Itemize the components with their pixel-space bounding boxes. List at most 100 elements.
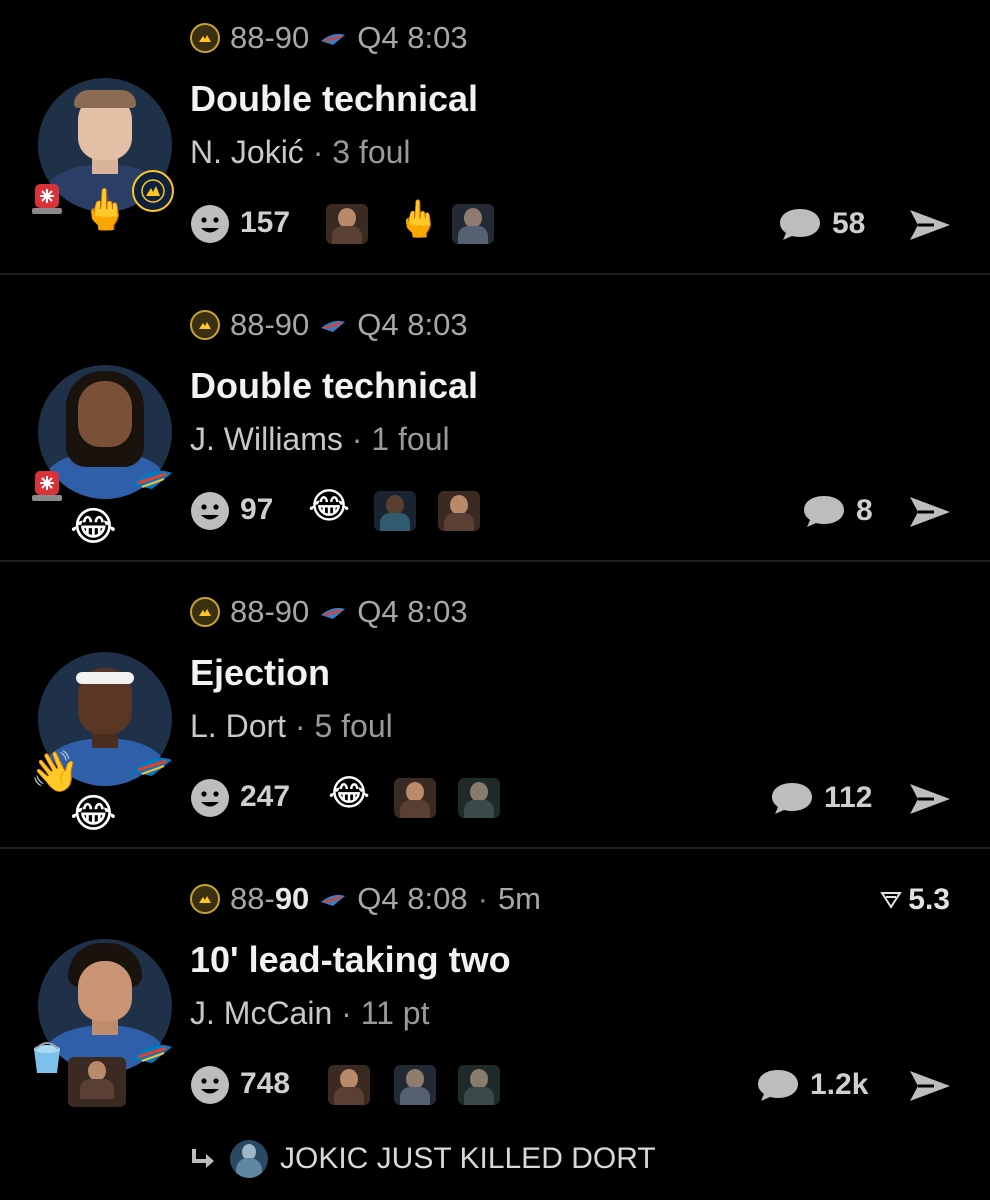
add-reaction-icon[interactable]: [190, 491, 230, 531]
comment-icon: [772, 783, 812, 814]
add-reaction-icon[interactable]: [190, 204, 230, 244]
nuggets-logo-icon: [190, 884, 220, 914]
gif-thumb[interactable]: [374, 491, 416, 531]
laughing-icon: 😂: [70, 791, 117, 837]
gif-thumb[interactable]: [452, 204, 494, 244]
game-clock: Q4 8:03: [357, 594, 468, 629]
share-icon[interactable]: [908, 1067, 952, 1105]
laughing-icon: 😂: [70, 504, 117, 550]
feed-card[interactable]: 88-90 Q4 8:08 · 5m 5.3 10' lead-taking t…: [0, 861, 990, 1147]
feed-card[interactable]: 88-90 Q4 8:03 🖕 Double technical N. Joki…: [0, 0, 990, 286]
comment-count: 1.2k: [810, 1068, 869, 1101]
siren-icon: [32, 184, 62, 214]
play-title: Double technical: [190, 78, 479, 119]
comment-button[interactable]: 112: [770, 778, 872, 818]
player-name[interactable]: J. Williams: [190, 421, 343, 457]
reply-text: JOKIC JUST KILLED DORT: [280, 1142, 656, 1175]
gif-thumb[interactable]: [394, 1065, 436, 1105]
player-stat: 5 foul: [314, 708, 393, 744]
player-line: J. Williams · 1 foul: [190, 421, 450, 458]
gif-thumb[interactable]: [458, 1065, 500, 1105]
siren-icon: [32, 471, 62, 501]
game-meta: 88-90 Q4 8:03: [190, 305, 468, 345]
reply-arrow-icon: [192, 1149, 214, 1168]
laughing-emoji[interactable]: 😂: [308, 489, 350, 525]
bucket-icon: [34, 1042, 60, 1073]
thunder-logo-icon: [132, 757, 172, 776]
gif-thumb[interactable]: [438, 491, 480, 531]
commenter-avatar[interactable]: [230, 1140, 268, 1178]
score: 88-90: [230, 881, 310, 916]
feed-card[interactable]: 88-90 Q4 8:03 👋 😂 Ejection L. Dort · 5 f…: [0, 574, 990, 860]
nuggets-logo-icon: [190, 23, 220, 53]
player-stat: 3 foul: [332, 134, 411, 170]
player-name[interactable]: J. McCain: [190, 995, 332, 1031]
player-line: J. McCain · 11 pt: [190, 995, 429, 1032]
odds-badge[interactable]: 5.3: [880, 883, 950, 917]
separator: ·: [351, 421, 363, 457]
reaction-row: 157 🖕 58: [190, 200, 960, 248]
player-line: N. Jokić · 3 foul: [190, 134, 411, 171]
gif-thumb[interactable]: [328, 1065, 370, 1105]
game-meta: 88-90 Q4 8:08 · 5m: [190, 879, 541, 919]
reaction-count: 157: [240, 206, 291, 239]
score: 88-90: [230, 307, 310, 342]
middle-finger-icon: 🖕: [80, 187, 130, 233]
player-name[interactable]: N. Jokić: [190, 134, 304, 170]
thunder-logo-icon: [132, 1044, 172, 1063]
play-title: Ejection: [190, 652, 331, 693]
gif-thumb[interactable]: [394, 778, 436, 818]
play-title: 10' lead-taking two: [190, 939, 511, 980]
comment-icon: [804, 496, 844, 527]
laughing-emoji[interactable]: 😂: [328, 776, 370, 812]
score: 88-90: [230, 594, 310, 629]
game-meta: 88-90 Q4 8:03: [190, 18, 468, 58]
score: 88-90: [230, 20, 310, 55]
reaction-row: 97 😂 8: [190, 487, 960, 535]
comment-button[interactable]: 8: [802, 491, 873, 531]
share-icon[interactable]: [908, 780, 952, 818]
share-icon[interactable]: [908, 493, 952, 531]
game-clock: Q4 8:03: [357, 307, 468, 342]
share-icon[interactable]: [908, 206, 952, 244]
add-reaction-icon[interactable]: [190, 778, 230, 818]
game-meta: 88-90 Q4 8:03: [190, 592, 468, 632]
comment-button[interactable]: 58: [778, 204, 865, 244]
thunder-logo-icon: [321, 33, 346, 45]
separator: ·: [294, 708, 306, 744]
play-title: Double technical: [190, 365, 479, 406]
comment-button[interactable]: 1.2k: [756, 1065, 868, 1105]
time-ago: 5m: [497, 881, 542, 916]
win-probability-icon: [880, 892, 903, 909]
comment-count: 58: [832, 207, 866, 240]
separator: ·: [477, 881, 488, 916]
separator: ·: [341, 995, 352, 1031]
play-feed: 88-90 Q4 8:03 🖕 Double technical N. Joki…: [0, 0, 990, 1200]
game-clock: Q4 8:03: [357, 20, 468, 55]
separator: ·: [312, 134, 324, 170]
divider: [0, 847, 990, 849]
divider: [0, 560, 990, 562]
nuggets-logo-icon: [132, 170, 174, 212]
waving-hand-icon: 👋: [30, 749, 80, 795]
player-stat: 1 foul: [371, 421, 450, 457]
nuggets-logo-icon: [190, 310, 220, 340]
odds-value: 5.3: [908, 883, 950, 916]
thunder-logo-icon: [321, 607, 346, 619]
reply-preview[interactable]: JOKIC JUST KILLED DORT: [190, 1138, 656, 1180]
thunder-logo-icon: [321, 894, 346, 906]
game-clock: Q4 8:08: [357, 881, 468, 916]
reaction-count: 97: [240, 493, 274, 526]
gif-thumb[interactable]: [326, 204, 368, 244]
player-name[interactable]: L. Dort: [190, 708, 286, 744]
comment-icon: [758, 1070, 798, 1101]
reaction-count: 748: [240, 1067, 291, 1100]
player-line: L. Dort · 5 foul: [190, 708, 393, 745]
add-reaction-icon[interactable]: [190, 1065, 230, 1105]
middle-finger-emoji[interactable]: 🖕: [396, 202, 441, 238]
reaction-row: 748 1.2k: [190, 1061, 960, 1109]
reaction-row: 247 😂 112: [190, 774, 960, 822]
gif-thumb[interactable]: [458, 778, 500, 818]
nuggets-logo-icon: [190, 597, 220, 627]
feed-card[interactable]: 88-90 Q4 8:03 😂 Double technical J. Will…: [0, 287, 990, 573]
